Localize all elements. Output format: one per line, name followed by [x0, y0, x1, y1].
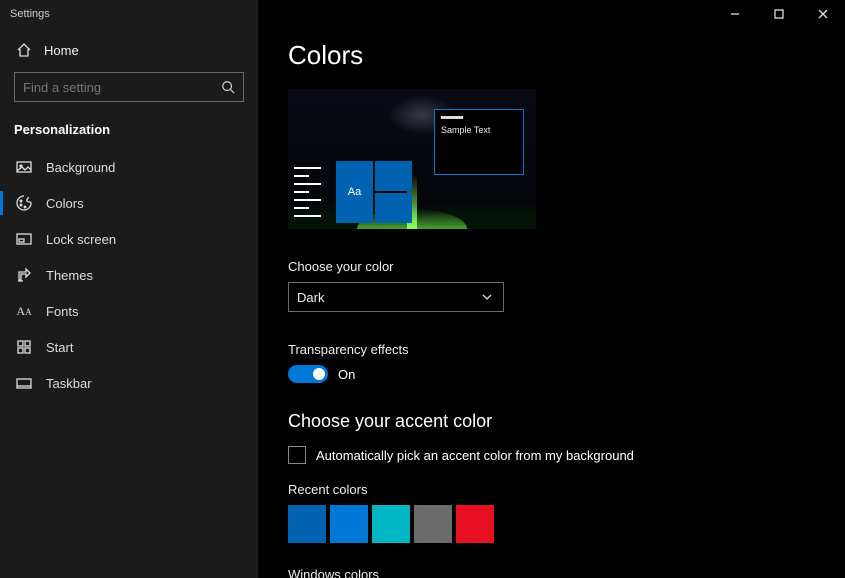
color-mode-value: Dark	[297, 290, 324, 305]
home-icon	[16, 42, 32, 58]
sidebar-item-label: Lock screen	[46, 232, 116, 247]
search-input[interactable]	[14, 72, 244, 102]
home-label: Home	[44, 43, 79, 58]
themes-icon	[16, 267, 32, 283]
preview-window-titlebar	[441, 116, 463, 119]
color-swatch-4[interactable]	[456, 505, 494, 543]
windows-colors-label: Windows colors	[288, 567, 815, 578]
preview-tile	[375, 193, 412, 223]
sidebar-item-label: Start	[46, 340, 73, 355]
sidebar-item-colors[interactable]: Colors	[0, 185, 258, 221]
preview-sample-window: Sample Text	[434, 109, 524, 175]
content-pane: Colors Aa Sample Text Choose your color …	[258, 0, 845, 578]
window-controls	[713, 0, 845, 28]
page-title: Colors	[288, 40, 815, 71]
color-swatch-3[interactable]	[414, 505, 452, 543]
preview-tile	[375, 161, 412, 191]
sidebar-item-fonts[interactable]: AA Fonts	[0, 293, 258, 329]
color-swatch-2[interactable]	[372, 505, 410, 543]
transparency-toggle-row: On	[288, 365, 815, 383]
color-swatch-0[interactable]	[288, 505, 326, 543]
close-button[interactable]	[801, 0, 845, 28]
sidebar-item-label: Colors	[46, 196, 84, 211]
transparency-state: On	[338, 367, 355, 382]
preview-start-list	[294, 161, 332, 223]
titlebar: Settings	[0, 0, 845, 28]
preview-sample-text: Sample Text	[441, 125, 517, 135]
start-icon	[16, 339, 32, 355]
toggle-knob	[313, 368, 325, 380]
lockscreen-icon	[16, 231, 32, 247]
section-header: Personalization	[0, 116, 258, 149]
search-container	[14, 72, 244, 102]
transparency-label: Transparency effects	[288, 342, 815, 357]
accent-heading: Choose your accent color	[288, 411, 815, 432]
home-nav[interactable]: Home	[0, 34, 258, 66]
auto-accent-row[interactable]: Automatically pick an accent color from …	[288, 446, 815, 464]
sidebar: Home Personalization Background Colors	[0, 0, 258, 578]
preview-tile-large: Aa	[336, 161, 373, 223]
preview-tiles: Aa	[336, 161, 412, 223]
color-mode-select[interactable]: Dark	[288, 282, 504, 312]
color-preview: Aa Sample Text	[288, 89, 536, 229]
sidebar-item-themes[interactable]: Themes	[0, 257, 258, 293]
recent-colors-label: Recent colors	[288, 482, 815, 497]
minimize-button[interactable]	[713, 0, 757, 28]
sidebar-item-label: Background	[46, 160, 115, 175]
maximize-button[interactable]	[757, 0, 801, 28]
color-swatch-1[interactable]	[330, 505, 368, 543]
recent-colors-row	[288, 505, 815, 543]
sidebar-item-label: Themes	[46, 268, 93, 283]
fonts-icon: AA	[16, 303, 32, 319]
sidebar-item-background[interactable]: Background	[0, 149, 258, 185]
palette-icon	[16, 195, 32, 211]
sidebar-item-label: Taskbar	[46, 376, 92, 391]
window-title: Settings	[0, 8, 50, 20]
chevron-down-icon	[479, 289, 495, 305]
transparency-toggle[interactable]	[288, 365, 328, 383]
sidebar-item-taskbar[interactable]: Taskbar	[0, 365, 258, 401]
sidebar-item-start[interactable]: Start	[0, 329, 258, 365]
sidebar-item-label: Fonts	[46, 304, 79, 319]
search-icon	[220, 79, 236, 95]
auto-accent-label: Automatically pick an accent color from …	[316, 448, 634, 463]
color-mode-label: Choose your color	[288, 259, 815, 274]
picture-icon	[16, 159, 32, 175]
sidebar-item-lockscreen[interactable]: Lock screen	[0, 221, 258, 257]
auto-accent-checkbox[interactable]	[288, 446, 306, 464]
taskbar-icon	[16, 375, 32, 391]
